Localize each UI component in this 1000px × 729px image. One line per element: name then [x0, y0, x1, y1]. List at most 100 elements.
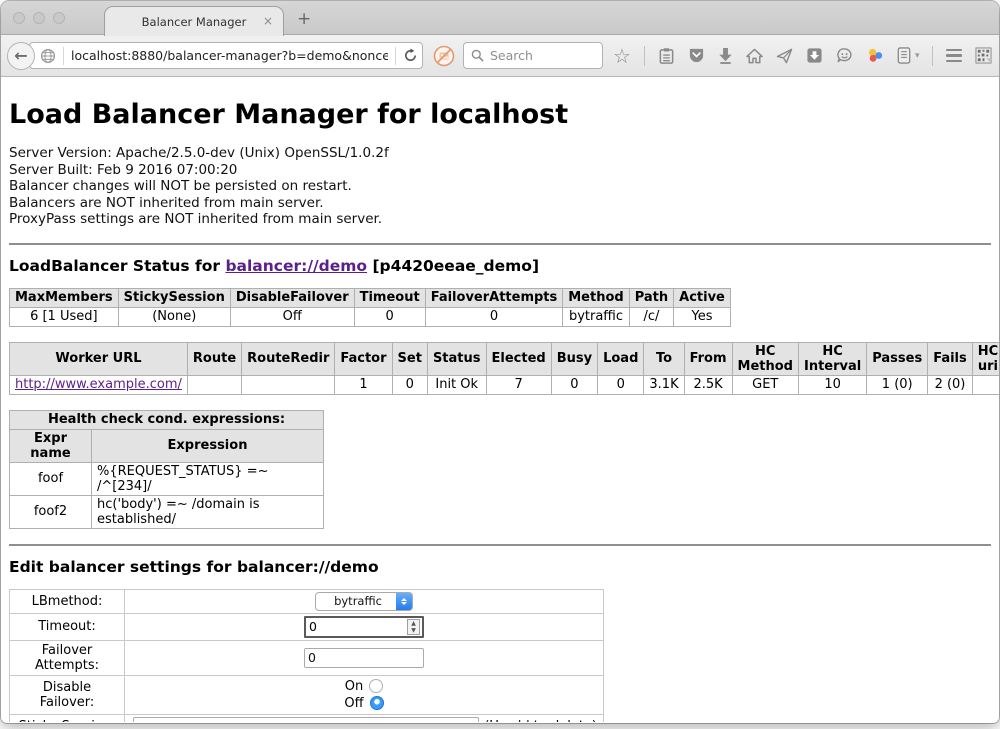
lbmethod-select[interactable]: bytraffic: [315, 592, 413, 611]
col-header: Fails: [928, 342, 973, 375]
tab-download-icon[interactable]: [806, 47, 823, 64]
cell-hc-uri: [972, 375, 999, 394]
toolbar-buttons: ☆: [613, 46, 992, 66]
col-header: RouteRedir: [242, 342, 335, 375]
health-check-table: Health check cond. expressions: Expr nam…: [9, 410, 324, 529]
sticky-session-hint: (Use '-' to delete): [484, 719, 597, 722]
send-icon[interactable]: [776, 48, 793, 64]
lbmethod-label: LBmethod:: [10, 589, 125, 613]
cell-load: 0: [598, 375, 644, 394]
col-header: Busy: [551, 342, 597, 375]
download-icon[interactable]: [718, 47, 733, 64]
home-icon[interactable]: [746, 48, 763, 64]
chat-smiley-icon[interactable]: [836, 47, 853, 64]
reload-icon[interactable]: [403, 48, 418, 63]
new-tab-button[interactable]: +: [297, 9, 311, 29]
dropdown-caret-icon: ▾: [915, 51, 920, 61]
page-content: Load Balancer Manager for localhost Serv…: [1, 77, 999, 722]
close-window-button[interactable]: [13, 12, 25, 24]
cell-status: Init Ok: [427, 375, 486, 394]
disable-failover-off-radio[interactable]: [370, 696, 384, 710]
cell-to: 3.1K: [644, 375, 684, 394]
pixel-grid-extension-icon[interactable]: [975, 47, 992, 64]
url-text[interactable]: localhost:8880/balancer-manager?b=demo&n…: [71, 48, 388, 63]
close-tab-icon[interactable]: ×: [263, 15, 273, 27]
col-header: Expr name: [10, 429, 92, 462]
zoom-window-button[interactable]: [53, 12, 65, 24]
number-spinner-icon[interactable]: ▲▼: [407, 619, 420, 635]
table-row: foof2 hc('body') =~ /domain is establish…: [10, 495, 324, 528]
reading-list-icon[interactable]: [658, 47, 675, 65]
cell-active: Yes: [674, 307, 731, 326]
cell-expression: hc('body') =~ /domain is established/: [92, 495, 324, 528]
server-built-line: Server Built: Feb 9 2016 07:00:20: [9, 162, 991, 179]
cell-route: [187, 375, 241, 394]
url-bar[interactable]: localhost:8880/balancer-manager?b=demo&n…: [29, 42, 423, 69]
cell-busy: 0: [551, 375, 597, 394]
globe-icon: [40, 48, 56, 64]
failover-attempts-input[interactable]: [304, 648, 424, 668]
col-header: Factor: [335, 342, 392, 375]
search-input[interactable]: [490, 48, 590, 63]
col-header: HC Method: [732, 342, 798, 375]
col-header: MaxMembers: [10, 288, 119, 307]
disable-failover-on-radio[interactable]: [369, 679, 383, 693]
cell-hc-interval: 10: [798, 375, 866, 394]
balancer-status-table: MaxMembers StickySession DisableFailover…: [9, 288, 731, 327]
colored-dots-extension-icon[interactable]: [866, 47, 884, 64]
col-header: Status: [427, 342, 486, 375]
pocket-icon[interactable]: [688, 47, 705, 64]
cell-expr-name: foof2: [10, 495, 92, 528]
edit-balancer-heading: Edit balancer settings for balancer://de…: [9, 558, 991, 576]
cell-expr-name: foof: [10, 462, 92, 495]
timeout-input-wrap: ▲▼: [304, 616, 424, 638]
cell-expression: %{REQUEST_STATUS} =~ /^[234]/: [92, 462, 324, 495]
bookmark-star-icon[interactable]: ☆: [613, 46, 631, 66]
col-header: Passes: [867, 342, 928, 375]
toolbar-separator: [644, 46, 645, 66]
col-header: Route: [187, 342, 241, 375]
worker-url-link[interactable]: http://www.example.com/: [15, 377, 182, 392]
section-divider: [9, 243, 991, 245]
table-title-row: Health check cond. expressions:: [10, 410, 324, 429]
page-title: Load Balancer Manager for localhost: [9, 99, 991, 130]
col-header: Load: [598, 342, 644, 375]
col-header: Timeout: [354, 288, 425, 307]
col-header: FailoverAttempts: [425, 288, 563, 307]
form-row-sticky-session: Sticky Session: (Use '-' to delete): [10, 714, 604, 722]
disable-failover-label: Disable Failover:: [10, 675, 125, 714]
tab-balancer-manager[interactable]: Balancer Manager ×: [104, 6, 284, 36]
browser-window: Balancer Manager × + ← localhost:8880/ba…: [1, 1, 999, 723]
timeout-input[interactable]: [306, 619, 407, 634]
notice-line: Balancers are NOT inherited from main se…: [9, 195, 991, 212]
sticky-session-input[interactable]: [133, 717, 479, 722]
search-icon: [471, 49, 484, 62]
table-header-row: Worker URL Route RouteRedir Factor Set S…: [10, 342, 1000, 375]
table-header-row: MaxMembers StickySession DisableFailover…: [10, 288, 731, 307]
col-header: StickySession: [118, 288, 230, 307]
urlbar-divider: [63, 47, 64, 65]
cell-disablefailover: Off: [230, 307, 354, 326]
col-header: HC uri: [972, 342, 999, 375]
notice-line: Balancer changes will NOT be persisted o…: [9, 178, 991, 195]
back-button[interactable]: ←: [7, 42, 35, 70]
server-info: Server Version: Apache/2.5.0-dev (Unix) …: [9, 145, 991, 228]
session-manager-button[interactable]: ▾: [897, 47, 920, 64]
col-header: Active: [674, 288, 731, 307]
health-table-title: Health check cond. expressions:: [10, 410, 324, 429]
col-header: Expression: [92, 429, 324, 462]
blocked-content-icon[interactable]: [433, 45, 455, 67]
minimize-window-button[interactable]: [33, 12, 45, 24]
cell-hc-method: GET: [732, 375, 798, 394]
sticky-session-label: Sticky Session:: [10, 714, 125, 722]
balancer-demo-link[interactable]: balancer://demo: [225, 257, 367, 275]
lbmethod-selected-value: bytraffic: [316, 594, 396, 608]
menu-hamburger-icon[interactable]: [946, 49, 962, 63]
table-header-row: Expr name Expression: [10, 429, 324, 462]
table-row: 6 [1 Used] (None) Off 0 0 bytraffic /c/ …: [10, 307, 731, 326]
failover-attempts-label: Failover Attempts:: [10, 640, 125, 675]
cell-set: 0: [392, 375, 427, 394]
search-bar[interactable]: [463, 42, 603, 69]
cell-passes: 1 (0): [867, 375, 928, 394]
tab-bar: Balancer Manager × +: [1, 1, 999, 35]
